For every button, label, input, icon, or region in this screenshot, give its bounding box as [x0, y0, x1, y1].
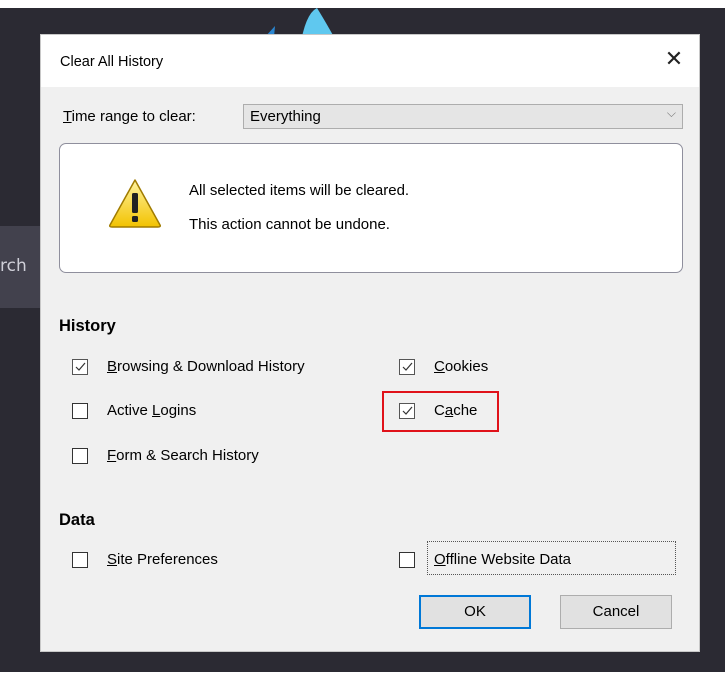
checkbox-label: Cookies — [434, 358, 489, 375]
warning-line-2: This action cannot be undone. — [189, 216, 390, 233]
time-range-value: Everything — [250, 108, 321, 125]
check-icon — [75, 362, 86, 371]
checkbox-box[interactable] — [72, 448, 88, 464]
chevron-down-icon: ⌵ — [666, 106, 676, 120]
cancel-button[interactable]: Cancel — [560, 595, 672, 629]
close-icon[interactable]: ✕ — [661, 47, 687, 73]
checkbox-label: Form & Search History — [107, 447, 259, 464]
clear-history-dialog: Clear All History ✕ Time range to clear:… — [40, 34, 700, 652]
warning-icon — [109, 179, 161, 228]
checkbox-label: Site Preferences — [107, 551, 218, 568]
cache-highlight-box — [382, 391, 499, 432]
data-section-title: Data — [59, 511, 95, 529]
time-range-select[interactable]: Everything ⌵ — [243, 104, 683, 129]
checkbox-label: Browsing & Download History — [107, 358, 305, 375]
checkbox-label: Active Logins — [107, 402, 197, 419]
time-range-label: Time range to clear: — [63, 108, 196, 125]
check-icon — [402, 362, 413, 371]
checkbox-box[interactable] — [399, 359, 415, 375]
search-fragment: rch — [0, 256, 27, 276]
history-section-title: History — [59, 317, 116, 335]
checkbox-box[interactable] — [399, 552, 415, 568]
dialog-title: Clear All History — [60, 54, 164, 70]
checkbox-box[interactable] — [72, 552, 88, 568]
checkbox-box[interactable] — [72, 359, 88, 375]
checkbox-label: Offline Website Data — [434, 551, 572, 568]
dialog-titlebar: Clear All History ✕ — [41, 35, 699, 87]
warning-box: All selected items will be cleared. This… — [59, 143, 683, 273]
ok-button[interactable]: OK — [419, 595, 531, 629]
checkbox-box[interactable] — [72, 403, 88, 419]
warning-line-1: All selected items will be cleared. — [189, 182, 410, 199]
